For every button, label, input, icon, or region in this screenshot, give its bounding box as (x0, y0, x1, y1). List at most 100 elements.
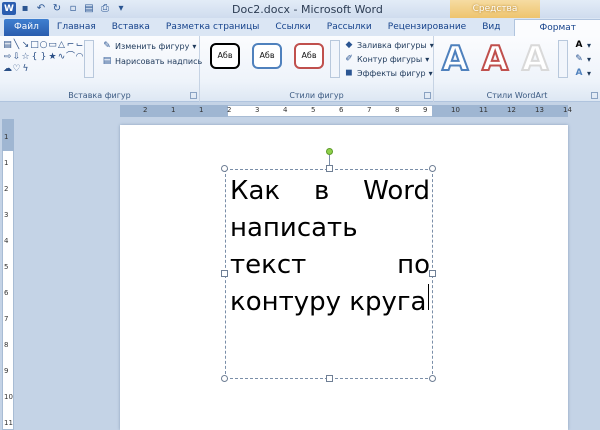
tab-references[interactable]: Ссылки (267, 19, 318, 36)
text-fill-icon: A (575, 40, 583, 50)
insert-shapes-group-label: Вставка фигур (68, 91, 131, 100)
shape-style-red[interactable]: Абв (294, 43, 324, 69)
oval-shape-icon[interactable]: ○ (39, 40, 48, 50)
vruler-number: 8 (4, 341, 9, 349)
edit-shape-button[interactable]: ✎ Изменить фигуру ▾ (102, 41, 196, 51)
resize-handle-left[interactable] (221, 270, 228, 277)
vertical-ruler[interactable]: 1 1 2 3 4 5 6 7 8 9 10 11 (0, 119, 16, 430)
chevron-down-icon: ▾ (428, 68, 433, 78)
rounded-rect-shape-icon[interactable]: ▭ (48, 40, 57, 50)
curve-shape-icon[interactable]: ∿ (57, 52, 66, 62)
ruler-number: 9 (423, 106, 428, 114)
wordart-gray[interactable]: A (521, 39, 549, 79)
vruler-number: 6 (4, 289, 9, 297)
print-preview-icon[interactable]: ⎙ (98, 2, 112, 15)
insert-shapes-launcher[interactable] (190, 92, 197, 99)
resize-handle-right[interactable] (429, 270, 436, 277)
tab-insert[interactable]: Вставка (104, 19, 158, 36)
ribbon: ▤ ╲ ↘ □ ○ ▭ △ ⌐ ⌙ ⇨ ⇩ ☆ { } ★ ∿ ⌒ ◠ ☁ ♡ … (0, 36, 600, 102)
star-five-shape-icon[interactable]: ★ (48, 52, 57, 62)
cloud-shape-icon[interactable]: ☁ (3, 64, 12, 74)
step-shape-icon[interactable]: ⌙ (75, 40, 84, 50)
freeform-shape-icon[interactable]: ⌒ (66, 52, 75, 62)
arrow-line-shape-icon[interactable]: ↘ (21, 40, 30, 50)
tab-home[interactable]: Главная (49, 19, 104, 36)
wordart-blue[interactable]: A (441, 39, 469, 79)
word: по (397, 250, 430, 280)
textbox-shape-icon[interactable]: ▤ (3, 40, 12, 50)
ruler-number: 3 (255, 106, 260, 114)
redo-icon[interactable]: ↻ (50, 2, 64, 15)
word: Как (230, 176, 281, 206)
tab-page-layout[interactable]: Разметка страницы (158, 19, 268, 36)
text-effects-button[interactable]: A ▾ (574, 68, 592, 78)
open-icon[interactable]: ▤ (82, 2, 96, 15)
lightning-shape-icon[interactable]: ϟ (21, 64, 30, 74)
text-cursor (427, 284, 429, 310)
resize-handle-top[interactable] (326, 165, 333, 172)
shape-outline-button[interactable]: ✐ Контур фигуры ▾ (344, 54, 429, 64)
rectangle-shape-icon[interactable]: □ (30, 40, 39, 50)
undo-icon[interactable]: ↶ (34, 2, 48, 15)
shape-fill-button[interactable]: ◆ Заливка фигуры ▾ (344, 40, 434, 50)
rotate-handle[interactable] (326, 148, 333, 155)
resize-handle-top-left[interactable] (221, 165, 228, 172)
triangle-shape-icon[interactable]: △ (57, 40, 66, 50)
draw-textbox-button[interactable]: ▤ Нарисовать надпись (102, 56, 203, 66)
heart-shape-icon[interactable]: ♡ (12, 64, 21, 74)
wordart-launcher[interactable] (591, 92, 598, 99)
pen-outline-icon: ✐ (345, 54, 353, 64)
ruler-number: 12 (507, 106, 516, 114)
arrow-down-shape-icon[interactable]: ⇩ (12, 52, 21, 62)
shape-style-blue[interactable]: Абв (252, 43, 282, 69)
resize-handle-bottom[interactable] (326, 375, 333, 382)
tab-format[interactable]: Формат (514, 19, 600, 36)
text-line: написать (230, 210, 430, 247)
shape-styles-launcher[interactable] (424, 92, 431, 99)
elbow-shape-icon[interactable]: ⌐ (66, 40, 75, 50)
brace-left-shape-icon[interactable]: { (30, 52, 39, 62)
customize-toolbar-icon[interactable]: ▾ (114, 2, 128, 15)
shapes-gallery-scroll[interactable] (84, 40, 94, 78)
vruler-number: 1 (4, 159, 9, 167)
shape-effects-button[interactable]: ◼ Эффекты фигур ▾ (344, 68, 433, 78)
vruler-number: 9 (4, 367, 9, 375)
line-shape-icon[interactable]: ╲ (12, 40, 21, 50)
arrow-right-shape-icon[interactable]: ⇨ (3, 52, 12, 62)
resize-handle-top-right[interactable] (429, 165, 436, 172)
word: контуру круга (230, 287, 427, 317)
word: написать (230, 213, 358, 243)
draw-textbox-label: Нарисовать надпись (115, 56, 203, 66)
ruler-number: 2 (143, 106, 148, 114)
vruler-number: 2 (4, 185, 9, 193)
arc-shape-icon[interactable]: ◠ (75, 52, 84, 62)
shape-effects-label: Эффекты фигур (357, 68, 426, 78)
ruler-number: 13 (535, 106, 544, 114)
wordart-scroll[interactable] (558, 40, 568, 78)
shape-styles-scroll[interactable] (330, 40, 340, 78)
word: текст (230, 250, 307, 280)
horizontal-ruler[interactable]: 2 1 1 2 3 4 5 6 7 8 9 10 11 12 13 14 (0, 103, 600, 119)
new-document-icon[interactable]: ▫ (66, 2, 80, 15)
shape-styles-group-label: Стили фигур (289, 91, 344, 100)
text-effects-icon: A (575, 68, 583, 78)
brace-right-shape-icon[interactable]: } (39, 52, 48, 62)
wordart-red[interactable]: A (481, 39, 509, 79)
resize-handle-bottom-right[interactable] (429, 375, 436, 382)
resize-handle-bottom-left[interactable] (221, 375, 228, 382)
wordart-styles-group: A A A A ▾ ✎ ▾ A ▾ Стили WordArt (434, 36, 600, 102)
text-outline-button[interactable]: ✎ ▾ (574, 54, 591, 64)
ruler-number: 1 (171, 106, 176, 114)
text-box-content[interactable]: Как в Word написать текст по контуру кру… (230, 173, 430, 321)
tab-review[interactable]: Рецензирование (380, 19, 474, 36)
word-logo-icon[interactable]: W (2, 2, 16, 15)
chevron-down-icon: ▾ (587, 54, 592, 64)
text-fill-button[interactable]: A ▾ (574, 40, 592, 50)
tab-file[interactable]: Файл (4, 19, 49, 36)
tab-view[interactable]: Вид (474, 19, 508, 36)
tab-mailings[interactable]: Рассылки (319, 19, 380, 36)
save-icon[interactable]: ▪ (18, 2, 32, 15)
star-shape-icon[interactable]: ☆ (21, 52, 30, 62)
shape-style-black[interactable]: Абв (210, 43, 240, 69)
title-bar: W ▪ ↶ ↻ ▫ ▤ ⎙ ▾ Doc2.docx - Microsoft Wo… (0, 0, 600, 32)
